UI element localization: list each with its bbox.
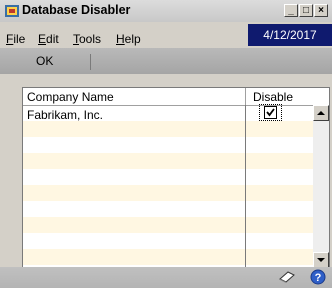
table-row-empty[interactable] (23, 217, 313, 233)
menu-bar: File Edit Tools Help (0, 26, 240, 48)
column-company-name[interactable]: Company Name (27, 90, 114, 104)
company-name-cell: Fabrikam, Inc. (27, 108, 104, 122)
arrow-up-icon (317, 111, 325, 115)
table-row-empty[interactable] (23, 201, 313, 217)
column-disable[interactable]: Disable (253, 90, 293, 104)
svg-text:?: ? (315, 272, 322, 284)
app-icon (5, 5, 19, 17)
grid-header: Company Name Disable (23, 88, 329, 106)
maximize-button[interactable]: □ (299, 4, 313, 17)
menu-help[interactable]: Help (116, 32, 141, 46)
window-title: Database Disabler (22, 3, 131, 17)
disable-checkbox[interactable] (264, 106, 277, 119)
table-row[interactable]: Fabrikam, Inc. (23, 104, 313, 122)
menu-file-rest: ile (13, 32, 26, 46)
minimize-button[interactable]: _ (284, 4, 298, 17)
database-disabler-window: Database Disabler _ □ × File Edit Tools … (0, 0, 332, 288)
table-row-empty[interactable] (23, 185, 313, 201)
ok-button[interactable]: OK (36, 54, 53, 68)
notes-icon[interactable] (278, 268, 296, 286)
column-separator (245, 105, 246, 268)
title-bar[interactable]: Database Disabler _ □ × (0, 0, 332, 22)
table-row-empty[interactable] (23, 153, 313, 169)
company-grid: Company Name Disable Fabrikam, Inc. (22, 87, 330, 269)
arrow-down-icon (317, 258, 325, 262)
toolbar-separator (90, 54, 91, 70)
close-button[interactable]: × (314, 4, 328, 17)
table-row-empty[interactable] (23, 233, 313, 249)
user-date[interactable]: 4/12/2017 (248, 24, 332, 46)
menu-tools[interactable]: Tools (73, 32, 101, 46)
menu-file[interactable]: File (6, 32, 25, 46)
table-row-empty[interactable] (23, 169, 313, 185)
table-row-empty[interactable] (23, 121, 313, 137)
table-row-empty[interactable] (23, 249, 313, 265)
help-icon[interactable]: ? (309, 268, 327, 286)
vertical-scrollbar[interactable] (313, 105, 329, 268)
scroll-up-button[interactable] (313, 105, 329, 121)
scroll-down-button[interactable] (313, 252, 329, 268)
menu-edit[interactable]: Edit (38, 32, 59, 46)
checkmark-icon (266, 108, 275, 117)
table-row-empty[interactable] (23, 137, 313, 153)
